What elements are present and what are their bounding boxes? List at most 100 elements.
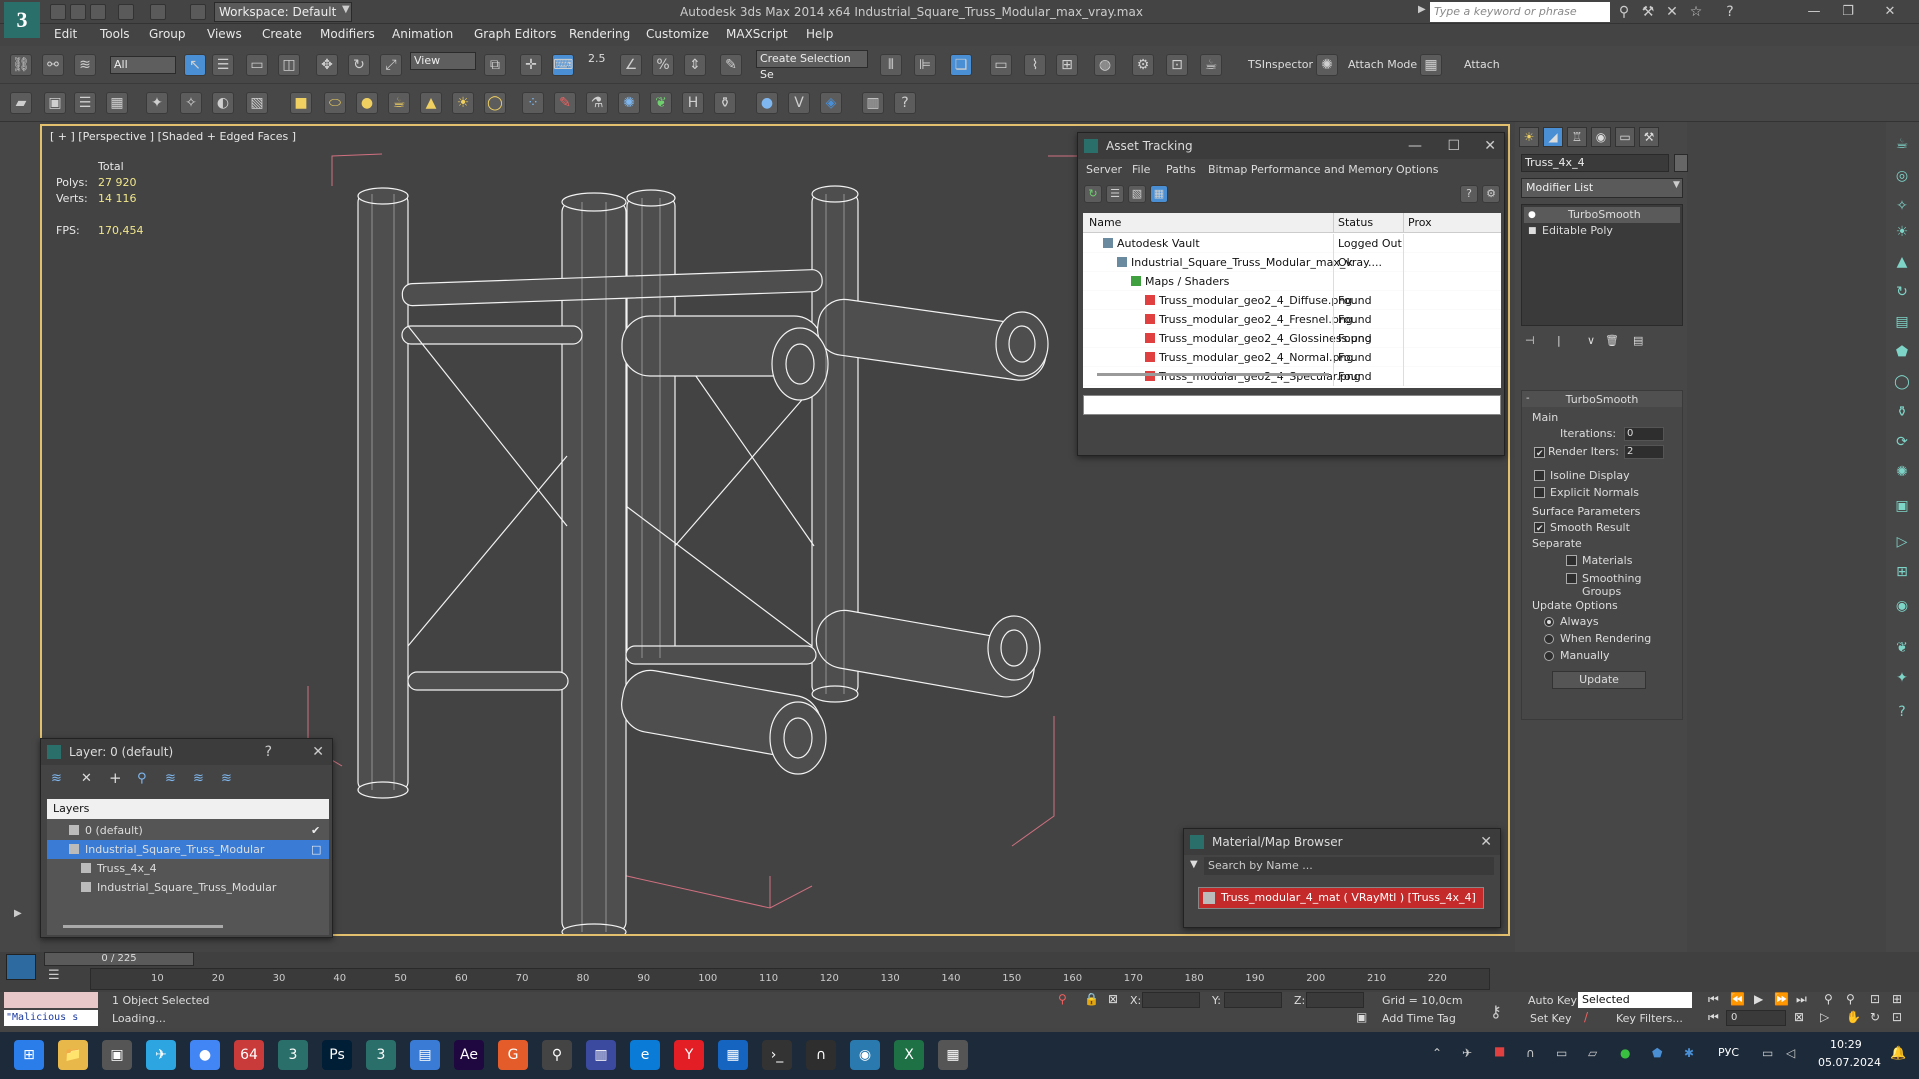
aftereffects-icon[interactable]: Ae [454, 1040, 484, 1070]
move-icon[interactable]: ✥ [316, 54, 338, 76]
torus-icon[interactable]: ◯ [484, 92, 506, 114]
close-icon[interactable]: ✕ [1480, 829, 1492, 855]
asset-tracking-titlebar[interactable]: Asset Tracking — ☐ ✕ [1078, 133, 1504, 159]
render-iters-spinner[interactable]: 2 [1624, 445, 1664, 459]
column-status[interactable]: Status [1333, 213, 1373, 233]
absolute-mode-icon[interactable]: ⊠ [1108, 992, 1118, 1006]
asset-row[interactable]: Autodesk Vault Logged Out ... [1083, 234, 1501, 253]
zoom-all-icon[interactable]: ⚲ [1846, 992, 1855, 1006]
minimize-icon[interactable]: — [1800, 2, 1828, 22]
lights-icon[interactable]: ✦ [146, 92, 168, 114]
layer-row[interactable]: Truss_4x_4 [47, 859, 329, 878]
bulb-tool-icon[interactable]: ✺ [1892, 462, 1912, 482]
track-view-icon[interactable]: ☰ [48, 968, 60, 983]
display-tab-icon[interactable]: ▭ [1615, 127, 1635, 147]
sun-tool-icon[interactable]: ☀ [1892, 222, 1912, 242]
cameras-icon[interactable]: ▧ [246, 92, 268, 114]
current-frame-field[interactable]: 0 [1726, 1010, 1786, 1026]
menu-help[interactable]: Help [806, 27, 833, 41]
key-filters-button[interactable]: Key Filters... [1616, 1012, 1683, 1025]
update-button[interactable]: Update [1552, 671, 1646, 689]
unlink-icon[interactable]: ⚯ [42, 54, 64, 76]
grid-icon[interactable]: ▦ [106, 92, 128, 114]
project-folder-icon[interactable] [190, 4, 206, 20]
menu-create[interactable]: Create [262, 27, 302, 41]
undo-icon[interactable] [118, 4, 134, 20]
menu-options[interactable]: Options [1396, 163, 1438, 176]
isoline-checkbox[interactable] [1534, 470, 1545, 481]
mini-curve-editor-icon[interactable] [6, 954, 36, 980]
menu-modifiers[interactable]: Modifiers [320, 27, 375, 41]
camera-tool-icon[interactable]: ◎ [1892, 166, 1912, 186]
smooth-result-checkbox[interactable] [1534, 522, 1545, 533]
track-bar[interactable]: 10 20 30 40 50 60 70 80 90 100 110 120 130 140 150 160 1… [90, 968, 1490, 990]
render-setup-icon[interactable]: ⚙ [1132, 54, 1154, 76]
save-icon[interactable]: ▥ [586, 1040, 616, 1070]
menu-graph-editors[interactable]: Graph Editors [474, 27, 556, 41]
table-view-icon[interactable]: ▦ [1150, 185, 1168, 203]
box-icon[interactable]: ■ [290, 92, 312, 114]
set-key-icon[interactable]: / [1584, 1010, 1588, 1024]
layer-manager-icon[interactable]: ❏ [950, 54, 972, 76]
notepad-icon[interactable]: ▤ [410, 1040, 440, 1070]
chevron-down-icon[interactable]: ▼ [1673, 180, 1680, 190]
prev-frame-icon[interactable]: ⏪ [1730, 992, 1745, 1006]
subscription-icon[interactable]: ⚒ [1640, 4, 1656, 20]
orbit-tool-icon[interactable]: ⟳ [1892, 432, 1912, 452]
maximize-icon[interactable]: ☐ [1447, 133, 1460, 159]
cloth-icon[interactable]: ⚱ [714, 92, 736, 114]
spinner-snap-icon[interactable]: ⇕ [684, 54, 706, 76]
photoshop-icon[interactable]: Ps [322, 1040, 352, 1070]
object-name-field[interactable]: Truss_4x_4 [1521, 154, 1669, 172]
reactor-icon[interactable]: ✺ [618, 92, 640, 114]
chevron-down-icon[interactable]: ▼ [342, 4, 350, 15]
auto-key-button[interactable]: Auto Key [1528, 994, 1577, 1007]
layer-row[interactable]: Industrial_Square_Truss_Modular □ [47, 840, 329, 859]
terminal-icon[interactable]: ›_ [762, 1040, 792, 1070]
new-file-icon[interactable] [50, 4, 66, 20]
create-tab-icon[interactable]: ☀ [1519, 127, 1539, 147]
window-crossing-icon[interactable]: ◫ [278, 54, 300, 76]
sphere-shaded-icon[interactable]: ● [756, 92, 778, 114]
curve-editor-icon[interactable]: ⌇ [1024, 54, 1046, 76]
sphere-icon[interactable]: ● [356, 92, 378, 114]
taskview-icon[interactable]: ▣ [102, 1040, 132, 1070]
y-coord-field[interactable] [1224, 992, 1282, 1008]
attach-button[interactable]: Attach [1464, 58, 1500, 71]
menu-views[interactable]: Views [207, 27, 242, 41]
percent-snap-icon[interactable]: % [652, 54, 674, 76]
when-rendering-radio[interactable] [1544, 634, 1554, 644]
tray-bluetooth-icon[interactable]: ✱ [1684, 1046, 1694, 1060]
select-manipulate-icon[interactable]: ✛ [520, 54, 542, 76]
list-view-icon[interactable]: ☰ [1106, 185, 1124, 203]
lamp-tool-icon[interactable]: ✦ [1892, 668, 1912, 688]
set-active-layer-icon[interactable]: □ [311, 840, 321, 859]
help-tool-icon[interactable]: ? [1892, 702, 1912, 722]
excel-icon[interactable]: X [894, 1040, 924, 1070]
tray-security-icon[interactable]: ⬟ [1652, 1046, 1662, 1060]
camera-icon[interactable]: ◉ [850, 1040, 880, 1070]
column-proxy[interactable]: Prox [1403, 213, 1432, 233]
object-color-swatch[interactable] [1674, 154, 1688, 172]
menu-server[interactable]: Server [1086, 163, 1122, 176]
layer-help-button[interactable]: ? [265, 739, 272, 765]
material-list-item[interactable]: Truss_modular_4_mat ( VRayMtl ) [Truss_4… [1198, 887, 1484, 909]
language-indicator[interactable]: РУС [1718, 1046, 1739, 1059]
chrome-icon[interactable]: ● [190, 1040, 220, 1070]
menu-bitmap-performance[interactable]: Bitmap Performance and Memory [1208, 163, 1393, 176]
clock-time[interactable]: 10:29 [1830, 1038, 1862, 1051]
vase-tool-icon[interactable]: ⚱ [1892, 402, 1912, 422]
menu-tools[interactable]: Tools [100, 27, 130, 41]
highlight-layer-icon[interactable]: ≋ [165, 771, 176, 786]
expand-arrow-icon[interactable]: ▶ [14, 908, 22, 919]
time-slider[interactable]: 0 / 225 [44, 952, 194, 966]
save-file-icon[interactable] [90, 4, 106, 20]
eye-tool-icon[interactable]: ◉ [1892, 596, 1912, 616]
schematic-view-icon[interactable]: ⊞ [1056, 54, 1078, 76]
explorer-icon[interactable]: 📁 [58, 1040, 88, 1070]
select-by-name-icon[interactable]: ☰ [212, 54, 234, 76]
tray-headset-icon[interactable]: ∩ [1526, 1046, 1535, 1060]
asset-tracking-dialog[interactable]: Asset Tracking — ☐ ✕ Server File Paths B… [1077, 132, 1505, 456]
layer-row[interactable]: Industrial_Square_Truss_Modular [47, 878, 329, 897]
menu-edit[interactable]: Edit [54, 27, 77, 41]
